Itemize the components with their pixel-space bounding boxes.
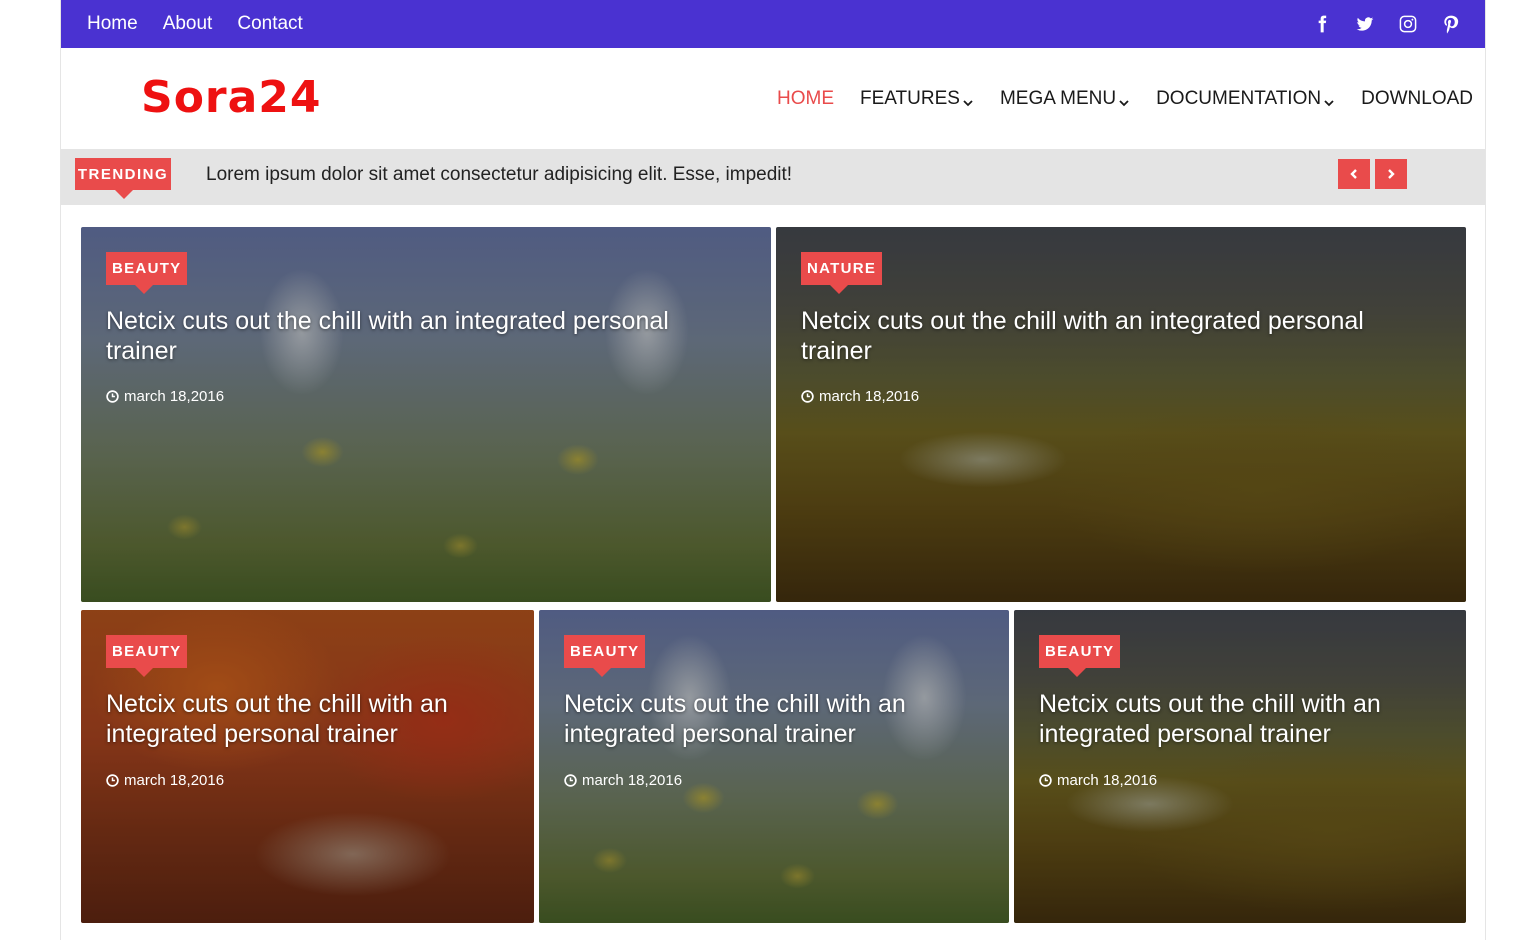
nav-item-label: DOWNLOAD <box>1361 87 1473 109</box>
nav-item-documentation[interactable]: DOCUMENTATION <box>1156 88 1335 110</box>
chevron-left-icon <box>1350 169 1357 179</box>
post-meta: march 18,2016 <box>801 388 919 405</box>
facebook-icon[interactable] <box>1310 12 1334 36</box>
site-header: Sora24 HOME FEATURES MEGA MENU DOCUMENTA… <box>61 48 1485 149</box>
post-title[interactable]: Netcix cuts out the chill with an integr… <box>1039 689 1439 749</box>
post-card[interactable]: BEAUTY Netcix cuts out the chill with an… <box>539 610 1009 923</box>
nav-item-mega-menu[interactable]: MEGA MENU <box>1000 88 1130 110</box>
chevron-down-icon <box>1323 93 1335 106</box>
nav-item-download[interactable]: DOWNLOAD <box>1361 88 1473 110</box>
post-meta: march 18,2016 <box>1039 772 1157 789</box>
chevron-down-icon <box>1118 93 1130 106</box>
top-nav-contact-link[interactable]: Contact <box>237 13 302 35</box>
top-nav-home-link[interactable]: Home <box>87 13 138 35</box>
post-title[interactable]: Netcix cuts out the chill with an integr… <box>564 689 964 749</box>
site-logo[interactable]: Sora24 <box>141 72 322 123</box>
post-title[interactable]: Netcix cuts out the chill with an integr… <box>801 306 1431 366</box>
category-badge[interactable]: BEAUTY <box>106 635 188 677</box>
post-card[interactable]: BEAUTY Netcix cuts out the chill with an… <box>81 227 771 602</box>
twitter-icon[interactable] <box>1353 12 1377 36</box>
post-date: march 18,2016 <box>582 772 683 789</box>
category-badge[interactable]: BEAUTY <box>1039 635 1121 677</box>
post-card[interactable]: BEAUTY Netcix cuts out the chill with an… <box>1014 610 1466 923</box>
main-nav: HOME FEATURES MEGA MENU DOCUMENTATION DO… <box>777 48 1473 149</box>
post-meta: march 18,2016 <box>564 772 682 789</box>
clock-icon <box>106 774 119 787</box>
nav-item-label: MEGA MENU <box>999 87 1117 109</box>
social-links <box>1310 0 1463 48</box>
post-card[interactable]: BEAUTY Netcix cuts out the chill with an… <box>81 610 534 923</box>
clock-icon <box>106 390 119 403</box>
top-bar: Home About Contact <box>61 0 1485 48</box>
category-badge[interactable]: BEAUTY <box>106 252 188 294</box>
post-date: march 18,2016 <box>124 388 225 405</box>
instagram-icon[interactable] <box>1396 12 1420 36</box>
trending-next-button[interactable] <box>1375 159 1407 189</box>
clock-icon <box>801 390 814 403</box>
post-date: march 18,2016 <box>819 388 920 405</box>
trending-badge: TRENDING <box>75 158 171 199</box>
nav-item-label: DOCUMENTATION <box>1156 87 1322 109</box>
nav-item-label: HOME <box>777 87 835 109</box>
post-title[interactable]: Netcix cuts out the chill with an integr… <box>106 306 736 366</box>
pinterest-icon[interactable] <box>1439 12 1463 36</box>
trending-headline[interactable]: Lorem ipsum dolor sit amet consectetur a… <box>206 149 792 200</box>
category-badge[interactable]: BEAUTY <box>564 635 646 677</box>
post-meta: march 18,2016 <box>106 388 224 405</box>
trending-controls <box>1338 159 1407 189</box>
chevron-down-icon <box>962 93 974 106</box>
trending-prev-button[interactable] <box>1338 159 1370 189</box>
post-meta: march 18,2016 <box>106 772 224 789</box>
page-container: Home About Contact Sora24 HOME FEATURES … <box>60 0 1486 940</box>
nav-item-home[interactable]: HOME <box>777 88 834 110</box>
nav-item-label: FEATURES <box>860 87 960 109</box>
post-date: march 18,2016 <box>1057 772 1158 789</box>
post-title[interactable]: Netcix cuts out the chill with an integr… <box>106 689 506 749</box>
chevron-right-icon <box>1388 169 1395 179</box>
category-badge[interactable]: NATURE <box>801 252 883 294</box>
post-card[interactable]: NATURE Netcix cuts out the chill with an… <box>776 227 1466 602</box>
nav-item-features[interactable]: FEATURES <box>860 88 974 110</box>
post-date: march 18,2016 <box>124 772 225 789</box>
clock-icon <box>564 774 577 787</box>
top-nav-about-link[interactable]: About <box>163 13 213 35</box>
trending-bar: TRENDING Lorem ipsum dolor sit amet cons… <box>61 149 1485 205</box>
top-nav: Home About Contact <box>87 0 303 48</box>
clock-icon <box>1039 774 1052 787</box>
